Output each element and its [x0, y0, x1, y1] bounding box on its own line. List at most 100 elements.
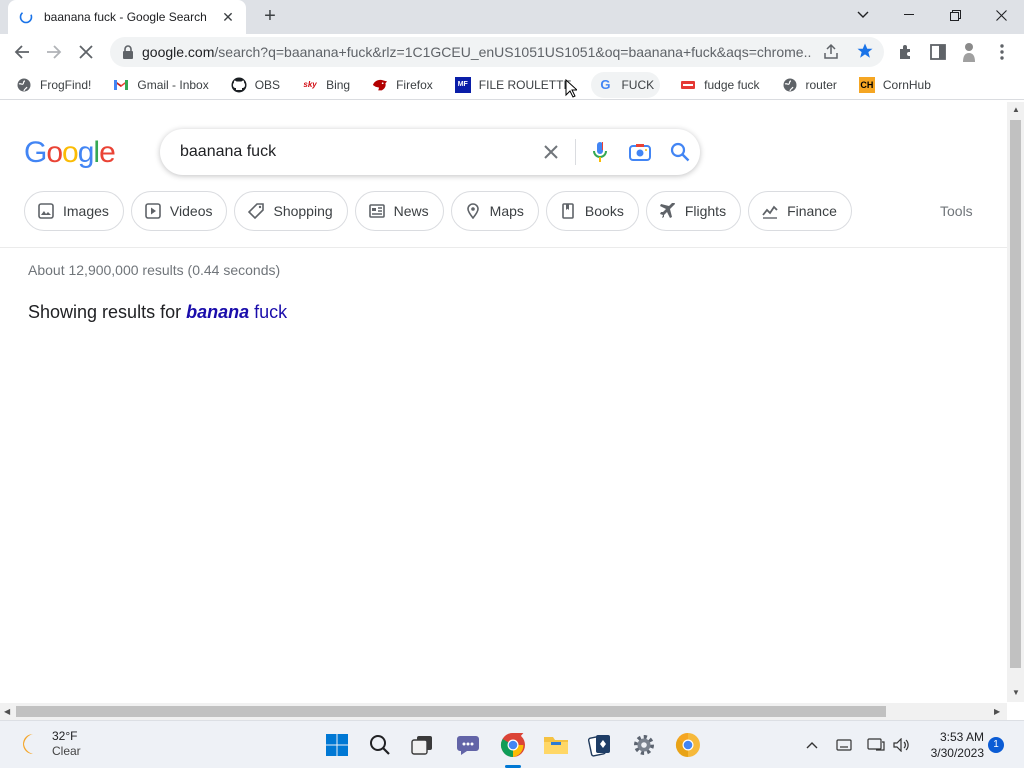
kebab-menu-icon[interactable] [991, 41, 1013, 63]
logo-letter: g [77, 136, 95, 169]
profile-avatar-icon[interactable] [958, 41, 980, 63]
bookmark-file-roulette[interactable]: MF FILE ROULETTE [453, 72, 574, 98]
file-explorer-button[interactable] [540, 729, 572, 761]
bookmark-frogfind[interactable]: FrogFind! [14, 72, 93, 98]
voice-search-button[interactable] [580, 132, 620, 172]
google-logo[interactable]: Google [24, 136, 116, 170]
search-box[interactable] [160, 129, 700, 175]
search-submit-button[interactable] [660, 132, 700, 172]
chip-maps[interactable]: Maps [450, 191, 539, 231]
extensions-icon[interactable] [895, 41, 917, 63]
url-text: google.com/search?q=baanana+fuck&rlz=1C1… [142, 44, 812, 60]
sky-icon: sky [303, 80, 317, 89]
task-view-icon [411, 736, 432, 755]
tab-search-icon[interactable] [840, 0, 886, 30]
restore-icon[interactable] [932, 0, 978, 30]
system-clock[interactable]: 3:53 AM 3/30/2023 [918, 729, 984, 761]
bookmark-fudge-fuck[interactable]: fudge fuck [678, 72, 761, 98]
github-icon [231, 77, 247, 93]
bookmark-bing[interactable]: sky Bing [300, 72, 352, 98]
search-input[interactable] [180, 143, 531, 161]
bookmark-obs[interactable]: OBS [229, 72, 282, 98]
clear-search-button[interactable] [531, 132, 571, 172]
address-bar[interactable]: google.com/search?q=baanana+fuck&rlz=1C1… [110, 37, 884, 67]
camera-lens-icon [629, 144, 651, 161]
bookmark-star-icon[interactable] [856, 42, 874, 65]
bookmarks-bar: FrogFind! Gmail - Inbox OBS sky Bing Fir… [0, 70, 1024, 100]
gmail-icon [113, 77, 129, 93]
forward-button[interactable] [40, 38, 68, 66]
scroll-down-arrow-icon[interactable]: ▼ [1012, 688, 1020, 697]
chip-books[interactable]: Books [545, 191, 639, 231]
taskbar-search-button[interactable] [364, 729, 396, 761]
folder-icon [544, 737, 568, 754]
tab-strip: baanana fuck - Google Search ✕ + [0, 0, 1024, 34]
minimize-icon[interactable] [886, 0, 932, 30]
clock-date: 3/30/2023 [930, 746, 984, 760]
video-icon [144, 202, 162, 220]
close-window-icon[interactable] [978, 0, 1024, 30]
scroll-up-arrow-icon[interactable]: ▲ [1012, 105, 1020, 114]
task-view-button[interactable] [406, 729, 438, 761]
windows-taskbar: 32°F Clear 3:53 AM 3/30/2023 1 [0, 720, 1024, 768]
chip-videos[interactable]: Videos [130, 191, 228, 231]
show-hidden-icons-chevron-icon[interactable] [802, 735, 822, 755]
bookmark-router[interactable]: router [780, 72, 839, 98]
bookmark-fuck[interactable]: G FUCK [591, 71, 661, 98]
moon-icon [23, 734, 33, 754]
scroll-left-arrow-icon[interactable]: ◀ [4, 707, 10, 716]
results-divider [0, 247, 1007, 248]
loading-spinner-icon [18, 9, 34, 25]
lock-icon [123, 45, 133, 59]
bookmark-cornhub[interactable]: CH CornHub [857, 72, 933, 98]
horizontal-scrollbar[interactable]: ◀ ▶ [0, 703, 1007, 720]
tab-close-icon[interactable]: ✕ [220, 9, 236, 26]
settings-button[interactable] [628, 729, 660, 761]
chip-shopping[interactable]: Shopping [234, 191, 348, 231]
keyboard-icon[interactable] [834, 735, 854, 755]
chip-images[interactable]: Images [24, 191, 124, 231]
side-panel-icon[interactable] [927, 41, 949, 63]
chip-flights[interactable]: Flights [645, 191, 742, 231]
weather-widget[interactable]: 32°F Clear [18, 729, 81, 759]
mf-icon: MF [454, 76, 471, 93]
fudge-icon [680, 77, 696, 93]
share-icon[interactable] [822, 43, 840, 66]
firefox-icon [372, 77, 388, 93]
search-results-page: Google Images Videos Shopping [0, 102, 1007, 704]
solitaire-button[interactable] [584, 729, 616, 761]
vertical-scroll-thumb[interactable] [1010, 120, 1021, 668]
vertical-scrollbar[interactable]: ▲ ▼ [1007, 102, 1024, 702]
chip-news[interactable]: News [354, 191, 444, 231]
chrome-canary-button[interactable] [672, 729, 704, 761]
chrome-taskbar-button[interactable] [497, 729, 529, 768]
browser-tab-active[interactable]: baanana fuck - Google Search ✕ [8, 0, 246, 34]
horizontal-scroll-thumb[interactable] [16, 706, 886, 717]
search-icon [670, 142, 690, 162]
windows-logo-icon [326, 734, 348, 756]
bookmark-firefox[interactable]: Firefox [370, 72, 435, 98]
plane-icon [659, 202, 677, 220]
tools-button[interactable]: Tools [940, 203, 973, 219]
spelling-correction: Showing results for banana fuck [28, 302, 288, 322]
browser-toolbar: google.com/search?q=baanana+fuck&rlz=1C1… [0, 34, 1024, 70]
network-icon[interactable] [866, 735, 886, 755]
chat-icon [457, 736, 479, 755]
volume-icon[interactable] [892, 735, 912, 755]
new-tab-button[interactable]: + [258, 5, 282, 29]
news-icon [368, 202, 386, 220]
chat-app-button[interactable] [452, 729, 484, 761]
image-search-button[interactable] [620, 132, 660, 172]
weather-condition: Clear [52, 744, 81, 758]
scroll-right-arrow-icon[interactable]: ▶ [994, 707, 1000, 716]
start-button[interactable] [321, 729, 353, 761]
google-icon: G [600, 77, 611, 92]
stop-loading-button[interactable] [72, 38, 100, 66]
logo-letter: o [62, 136, 79, 169]
corrected-query-link[interactable]: banana fuck [186, 302, 287, 322]
finance-icon [761, 202, 779, 220]
notification-badge[interactable]: 1 [988, 737, 1004, 753]
bookmark-gmail[interactable]: Gmail - Inbox [111, 72, 210, 98]
back-button[interactable] [8, 38, 36, 66]
chip-finance[interactable]: Finance [748, 191, 852, 231]
